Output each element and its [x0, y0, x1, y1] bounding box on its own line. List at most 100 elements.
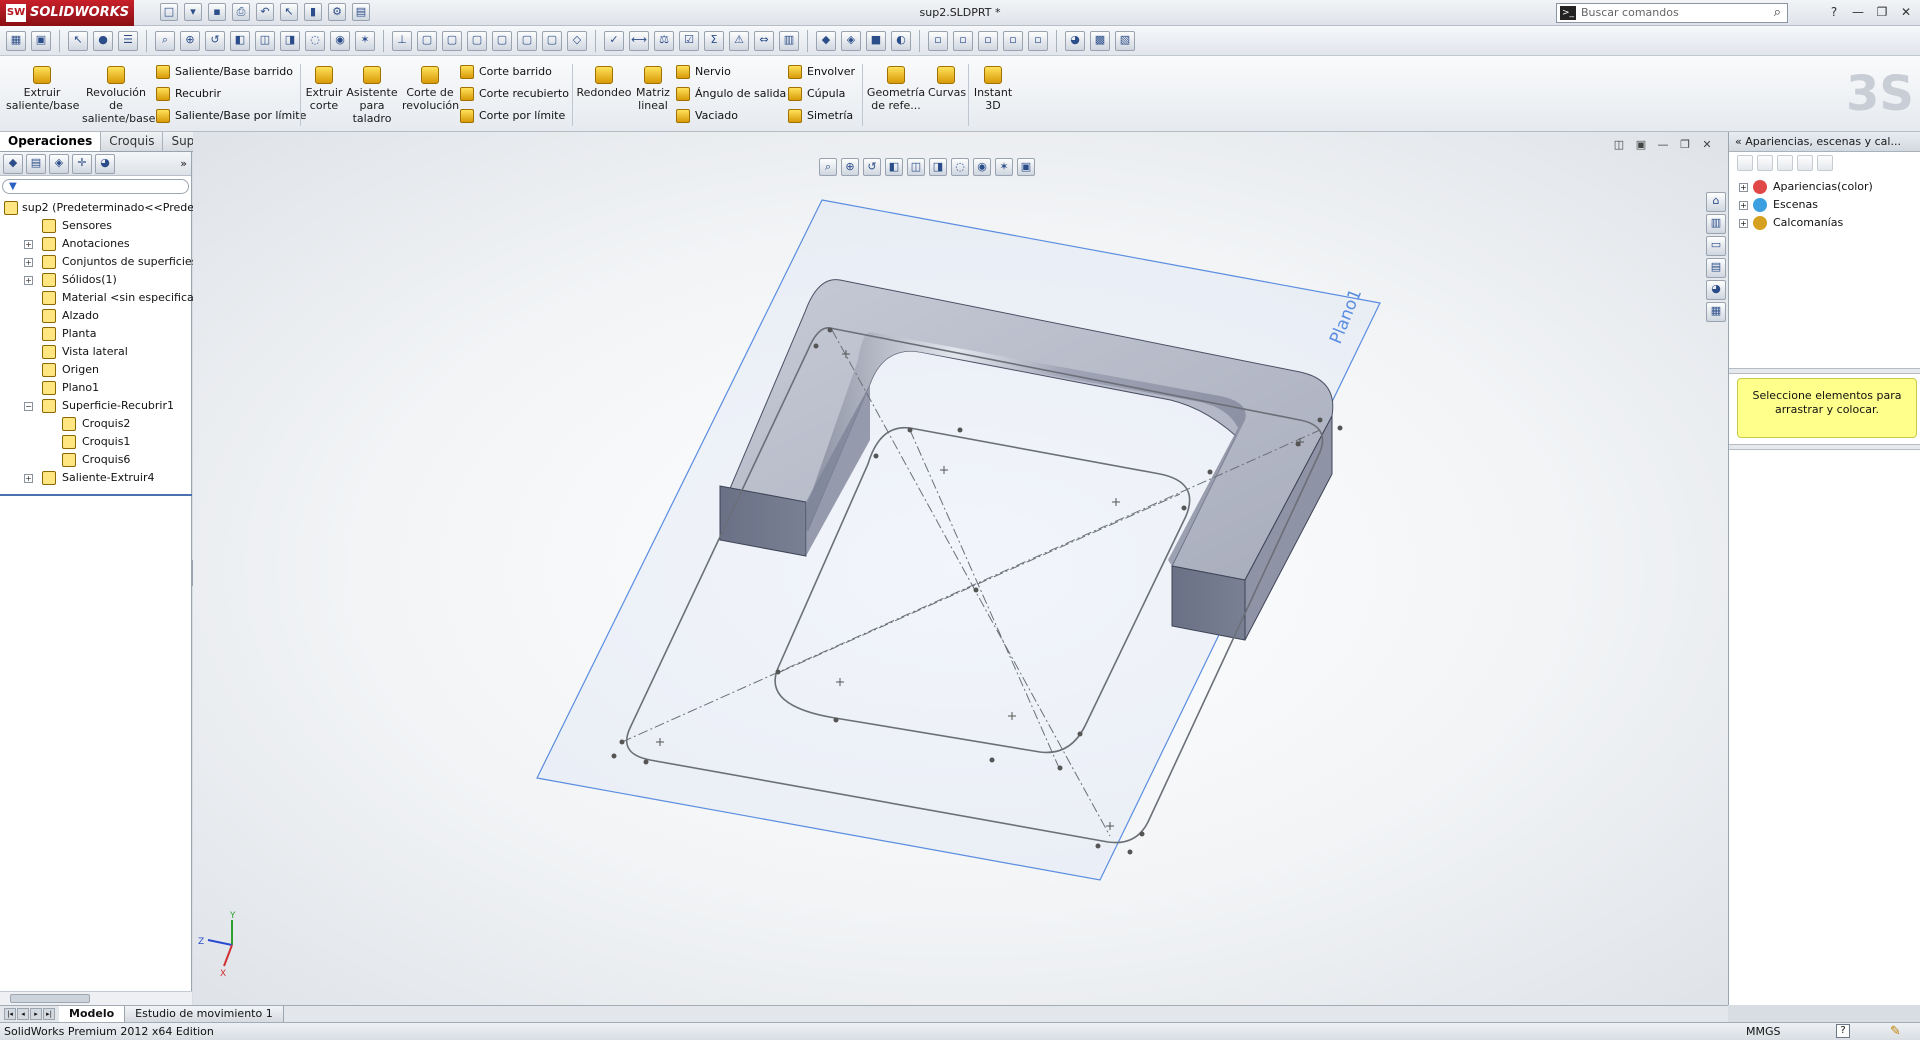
first-tab-icon[interactable]: |◂: [4, 1008, 16, 1020]
configuration-manager-tab-icon[interactable]: ◈: [49, 153, 69, 174]
apply-scene-icon[interactable]: ✶: [995, 158, 1013, 176]
units-indicator[interactable]: MMGS: [1746, 1023, 1781, 1040]
undo-icon[interactable]: ↶: [256, 3, 274, 21]
render-icon[interactable]: ◆: [816, 30, 836, 51]
feature-tree-item[interactable]: sup2 (Predeterminado<<Prede: [0, 199, 194, 217]
dome-button[interactable]: Cúpula: [788, 86, 845, 102]
options-icon[interactable]: ⚙: [328, 3, 346, 21]
right-view-icon[interactable]: ▢: [492, 30, 512, 51]
up-level-icon[interactable]: [1817, 155, 1833, 171]
draft-button[interactable]: Ángulo de salida: [676, 86, 786, 102]
open-folder-icon[interactable]: ▾: [184, 3, 202, 21]
zoom-fit-icon[interactable]: ⌕: [155, 30, 175, 51]
tree-expander-icon[interactable]: +: [24, 258, 33, 267]
back-icon[interactable]: [1737, 155, 1753, 171]
tree-expander-icon[interactable]: +: [24, 276, 33, 285]
equations-icon[interactable]: Σ: [704, 30, 724, 51]
warning-icon[interactable]: ⚠: [729, 30, 749, 51]
loft-button[interactable]: Recubrir: [156, 86, 221, 102]
bottom-view-icon[interactable]: ▢: [542, 30, 562, 51]
feature-tree-item[interactable]: − Superficie-Recubrir1: [0, 397, 191, 415]
solidworks-resources-icon[interactable]: ⌂: [1706, 192, 1726, 212]
tree-expander-icon[interactable]: +: [1739, 219, 1748, 228]
appearance-icon[interactable]: ●: [93, 30, 113, 51]
fillet-button[interactable]: Redondeo: [574, 66, 634, 99]
rollback-bar[interactable]: [0, 494, 192, 496]
minimize-icon[interactable]: —: [1848, 3, 1868, 21]
list-icon[interactable]: ☰: [118, 30, 138, 51]
properties-icon[interactable]: ▦: [6, 30, 26, 51]
wrap-button[interactable]: Envolver: [788, 64, 855, 80]
back-view-icon[interactable]: ▢: [442, 30, 462, 51]
task-pane-divider-lower[interactable]: [1729, 444, 1920, 450]
curves-button[interactable]: Curvas: [928, 66, 966, 99]
feature-filter-input[interactable]: ▼: [2, 179, 189, 194]
help-icon[interactable]: ?: [1824, 3, 1844, 21]
appearance-tree-item[interactable]: + Calcomanías: [1739, 214, 1920, 232]
section-view-icon[interactable]: ◧: [885, 158, 903, 176]
task-pane-divider[interactable]: [1729, 368, 1920, 374]
next-tab-icon[interactable]: ▸: [30, 1008, 42, 1020]
new-document-icon[interactable]: □: [160, 3, 178, 21]
material-icon[interactable]: ▧: [1115, 30, 1135, 51]
left-view-icon[interactable]: ▢: [467, 30, 487, 51]
feature-tree-item[interactable]: Croquis1: [0, 433, 191, 451]
rebuild-icon[interactable]: ▮: [304, 3, 322, 21]
custom-properties-icon[interactable]: ▦: [1706, 302, 1726, 322]
previous-view-icon[interactable]: ↺: [863, 158, 881, 176]
tree-expander-icon[interactable]: −: [24, 402, 33, 411]
appearance-tree-item[interactable]: + Escenas: [1739, 196, 1920, 214]
forward-icon[interactable]: [1757, 155, 1773, 171]
feature-tree-item[interactable]: Vista lateral: [0, 343, 191, 361]
feature-tree-item[interactable]: Material <sin especificar>: [0, 289, 207, 307]
hide-show-items-icon[interactable]: ◌: [951, 158, 969, 176]
viewport-split-icon[interactable]: ◫: [1612, 138, 1626, 152]
feature-tree-item[interactable]: Croquis6: [0, 451, 191, 469]
zoom-to-fit-icon[interactable]: ⌕: [819, 158, 837, 176]
select-cursor-icon[interactable]: ↖: [280, 3, 298, 21]
edit-pencil-icon[interactable]: ✎: [1890, 1023, 1901, 1040]
previous-tab-icon[interactable]: ◂: [17, 1008, 29, 1020]
photoview-icon[interactable]: ◈: [841, 30, 861, 51]
edit-appearance-icon[interactable]: ◉: [330, 30, 350, 51]
tree-expander-icon[interactable]: +: [1739, 183, 1748, 192]
view-palette-icon[interactable]: ▤: [1706, 258, 1726, 278]
restore-icon[interactable]: ❐: [1872, 3, 1892, 21]
boundary-boss-button[interactable]: Saliente/Base por límite: [156, 108, 306, 124]
texture-icon[interactable]: ▩: [1090, 30, 1110, 51]
scene-icon[interactable]: ✶: [355, 30, 375, 51]
feature-tree-item[interactable]: Sensores: [0, 217, 191, 235]
rebuild-toolbar-icon[interactable]: ▣: [31, 30, 51, 51]
view-settings-icon[interactable]: ▣: [1017, 158, 1035, 176]
save-icon[interactable]: ▪: [208, 3, 226, 21]
select-tool-icon[interactable]: ↖: [68, 30, 88, 51]
edit-appearance-icon[interactable]: ◉: [973, 158, 991, 176]
display-style-icon[interactable]: ◨: [929, 158, 947, 176]
top-view-icon[interactable]: ▢: [517, 30, 537, 51]
expand-tabs-icon[interactable]: »: [180, 157, 187, 170]
normal-to-icon[interactable]: ⊥: [392, 30, 412, 51]
feature-tree-item[interactable]: Origen: [0, 361, 191, 379]
statistics-icon[interactable]: ▥: [779, 30, 799, 51]
plugin-icon[interactable]: ◐: [891, 30, 911, 51]
refresh-icon[interactable]: [1797, 155, 1813, 171]
previous-view-icon[interactable]: ↺: [205, 30, 225, 51]
feature-tree-item[interactable]: + Anotaciones: [0, 235, 191, 253]
tree-expander-icon[interactable]: +: [24, 474, 33, 483]
extrude-cut-button[interactable]: Extruir corte: [302, 66, 346, 112]
display-manager-tab-icon[interactable]: ◕: [95, 153, 115, 174]
file-properties-icon[interactable]: ▤: [352, 3, 370, 21]
revolve-cut-button[interactable]: Corte de revolución: [402, 66, 459, 112]
zoom-to-area-icon[interactable]: ⊕: [841, 158, 859, 176]
tree-expander-icon[interactable]: +: [24, 240, 33, 249]
last-tab-icon[interactable]: ▸|: [43, 1008, 55, 1020]
viewport-tile-icon[interactable]: ▣: [1634, 138, 1648, 152]
feature-tree-item[interactable]: + Sólidos(1): [0, 271, 191, 289]
feature-tree-item[interactable]: Plano1: [0, 379, 191, 397]
status-help-icon[interactable]: ?: [1836, 1024, 1850, 1038]
tab-model[interactable]: Modelo: [59, 1006, 126, 1022]
tab-operaciones[interactable]: Operaciones: [0, 132, 102, 151]
mass-properties-icon[interactable]: ⚖: [654, 30, 674, 51]
solidworks-logo[interactable]: SWSOLIDWORKS ▸: [0, 0, 134, 46]
search-icon[interactable]: ⌕: [1774, 4, 1781, 22]
